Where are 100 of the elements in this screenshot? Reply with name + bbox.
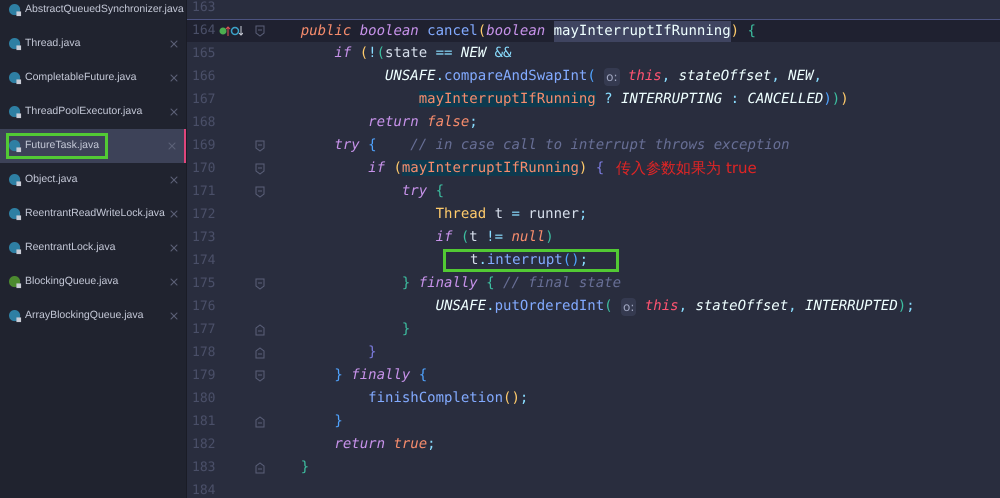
fold-icon[interactable] <box>255 324 265 336</box>
code-token: false <box>426 113 470 132</box>
file-tab[interactable]: ReentrantLock.java <box>0 231 186 265</box>
code-token: ( <box>392 159 402 178</box>
class-icon <box>9 310 22 322</box>
file-name: Object.java <box>25 172 78 188</box>
code-token: { <box>367 136 377 155</box>
code-token: this <box>626 67 662 86</box>
file-tab[interactable]: BlockingQueue.java <box>0 265 186 299</box>
code-token: ( <box>478 22 486 40</box>
file-name: ArrayBlockingQueue.java <box>25 308 144 324</box>
fold-icon[interactable] <box>255 370 265 382</box>
code-token: ; <box>580 251 588 270</box>
file-tab[interactable]: Thread.java <box>0 27 186 61</box>
code-token: == <box>434 44 452 63</box>
close-icon[interactable] <box>168 174 180 186</box>
code-token: ( <box>604 297 614 316</box>
code-token: } <box>400 274 410 293</box>
gutter-icons[interactable] <box>219 25 243 37</box>
code-token: Thread <box>434 205 486 224</box>
code-token: , <box>662 67 670 86</box>
code-token: UNSAFE <box>434 297 486 316</box>
close-icon[interactable] <box>166 140 178 152</box>
code-token: } <box>300 458 310 477</box>
file-tab[interactable]: AbstractQueuedSynchronizer.java <box>0 0 186 27</box>
code-token: putOrderedInt <box>494 297 604 316</box>
file-name: CompletableFuture.java <box>25 70 136 86</box>
code-token: { <box>418 366 428 385</box>
close-icon[interactable] <box>168 72 180 84</box>
fold-icon[interactable] <box>255 278 265 290</box>
code-token: && <box>494 44 512 63</box>
file-name: AbstractQueuedSynchronizer.java <box>25 2 184 18</box>
file-name: ReentrantReadWriteLock.java <box>25 206 165 222</box>
fold-icon[interactable] <box>255 162 265 174</box>
code-token: ) <box>832 90 840 109</box>
code-token: INTERRUPTING <box>620 90 722 109</box>
file-tab[interactable]: Object.java <box>0 163 186 197</box>
parameter-hint: o: <box>621 298 636 316</box>
code-token: } <box>400 320 410 339</box>
code-token: public <box>300 22 352 40</box>
code-token: ; <box>427 435 436 454</box>
file-tab[interactable]: FutureTask.java <box>0 129 186 163</box>
fold-icon[interactable] <box>255 462 265 474</box>
code-token: ( <box>460 228 470 247</box>
code-token: t <box>494 205 504 224</box>
close-icon[interactable] <box>168 208 180 220</box>
code-token: ; <box>520 389 528 408</box>
class-icon <box>9 38 22 50</box>
code-token: : <box>730 90 740 109</box>
fold-icon[interactable] <box>255 140 265 152</box>
code-token: ( <box>376 44 386 63</box>
code-token: () <box>503 389 520 408</box>
code-token: , <box>678 297 688 316</box>
code-token: cancel <box>426 22 478 40</box>
code-token: null <box>510 228 546 247</box>
code-token: if <box>367 159 386 178</box>
code-token: mayInterruptIfRunning <box>402 160 579 176</box>
class-icon <box>9 208 22 220</box>
file-tab[interactable]: CompletableFuture.java <box>0 61 186 95</box>
code-token: ; <box>906 297 915 316</box>
code-token: if <box>333 44 352 63</box>
close-icon[interactable] <box>168 310 180 322</box>
code-token: ) <box>730 22 740 40</box>
code-token: () <box>562 251 580 270</box>
fold-icon[interactable] <box>255 346 265 358</box>
parameter-hint: o: <box>604 68 620 86</box>
fold-icon[interactable] <box>255 186 265 198</box>
file-tab[interactable]: ThreadPoolExecutor.java <box>0 95 186 129</box>
file-name: Thread.java <box>25 36 80 52</box>
code-token: ) <box>840 90 849 109</box>
code-token: finally <box>418 274 478 293</box>
close-icon[interactable] <box>168 106 180 118</box>
code-token: mayInterruptIfRunning <box>418 91 596 107</box>
code-token: try <box>400 182 428 201</box>
fold-icon[interactable] <box>255 25 265 37</box>
code-token: { <box>746 22 756 40</box>
class-icon <box>9 174 22 186</box>
code-token: ( <box>358 44 368 63</box>
code-token: runner <box>527 205 579 224</box>
code-token: UNSAFE <box>384 67 436 86</box>
fold-icon[interactable] <box>255 416 265 428</box>
file-tab[interactable]: ReentrantReadWriteLock.java <box>0 197 186 231</box>
code-token: . <box>436 67 444 86</box>
file-name: ReentrantLock.java <box>25 240 116 256</box>
close-icon[interactable] <box>168 38 180 50</box>
code-token: = <box>510 205 520 224</box>
close-icon[interactable] <box>168 242 180 254</box>
code-token: NEW <box>460 44 486 63</box>
interface-icon <box>9 276 22 288</box>
close-icon[interactable] <box>168 276 180 288</box>
code-token: { <box>434 182 444 201</box>
code-token: finally <box>350 366 410 385</box>
code-token: . <box>478 251 487 270</box>
code-token: t <box>469 228 478 247</box>
file-name: ThreadPoolExecutor.java <box>25 104 142 120</box>
file-name: FutureTask.java <box>25 138 100 154</box>
file-tab[interactable]: ArrayBlockingQueue.java <box>0 299 186 333</box>
code-token: if <box>434 228 452 247</box>
code-token: != <box>485 228 504 247</box>
code-token: this <box>644 297 679 316</box>
